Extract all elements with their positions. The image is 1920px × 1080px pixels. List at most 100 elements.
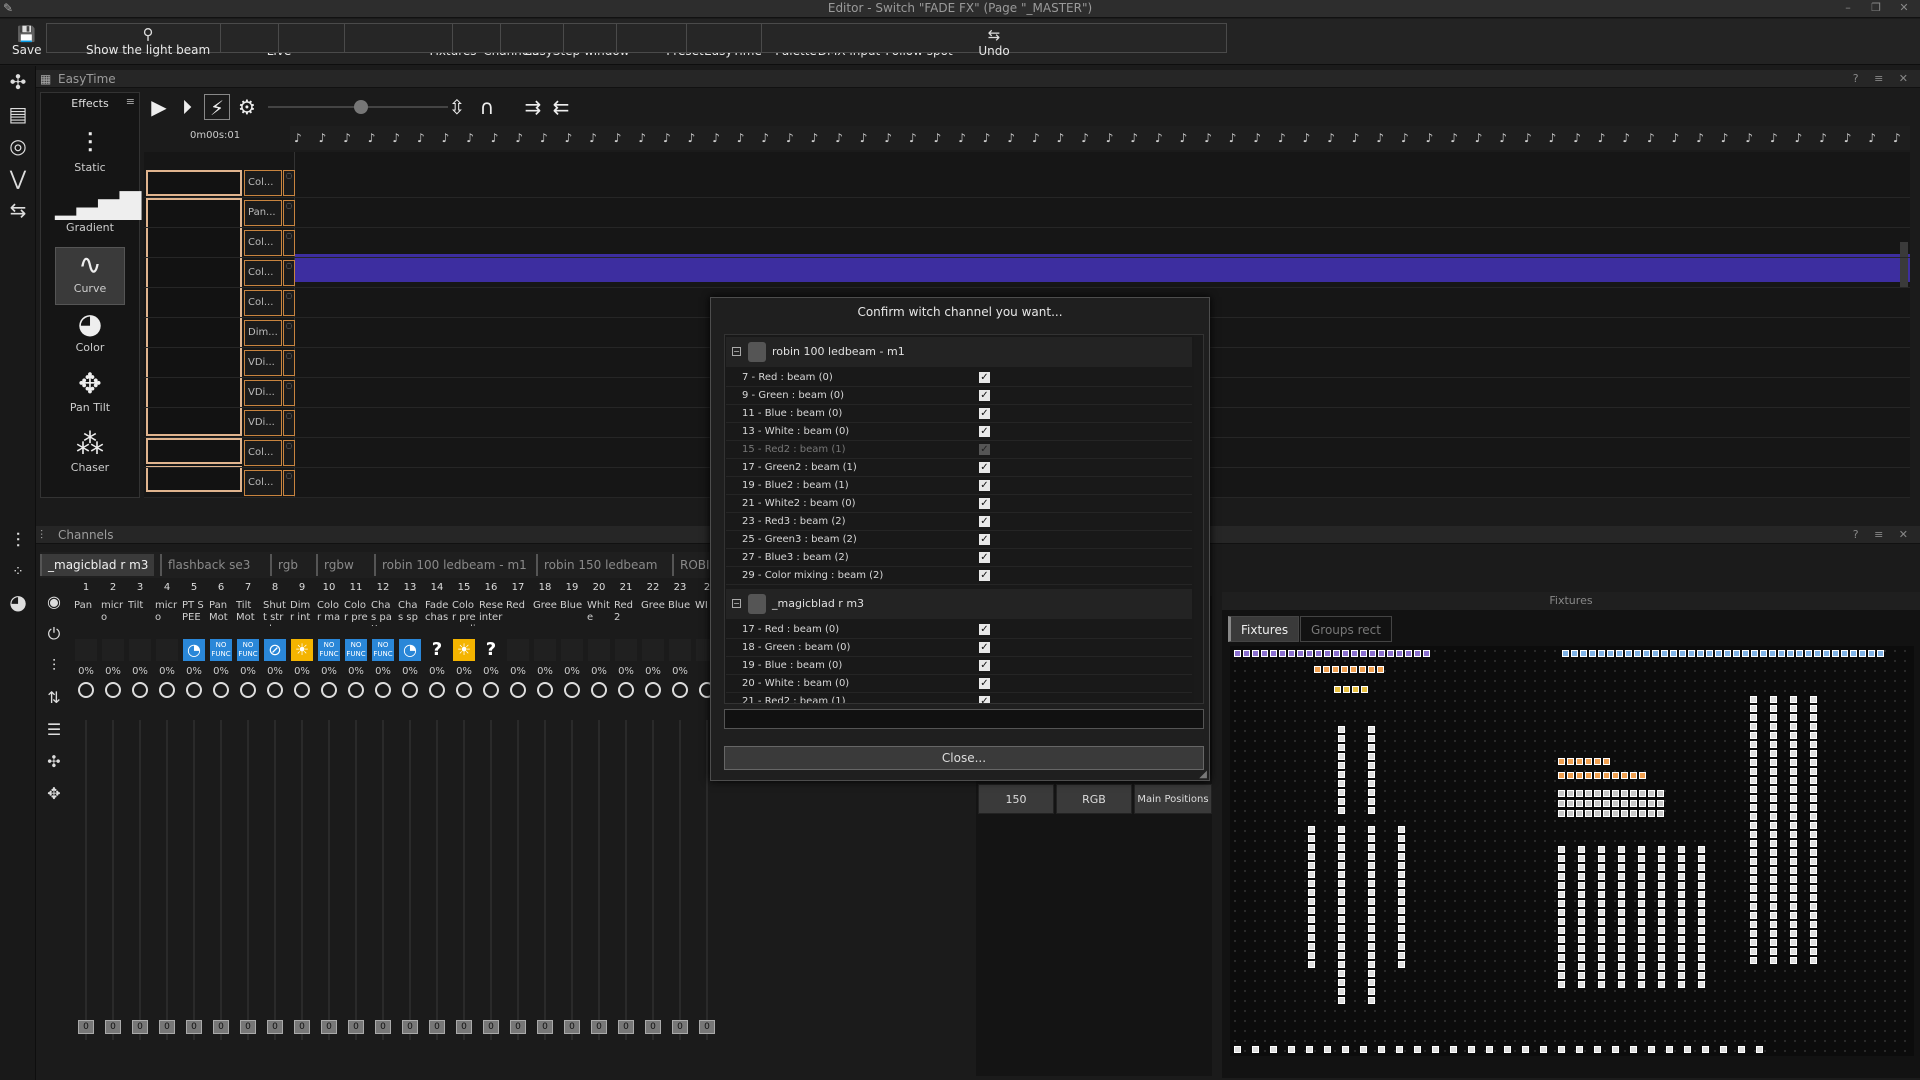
fixture-dot[interactable] <box>1810 732 1817 739</box>
timeline-marker-icon[interactable]: ♪ <box>466 130 474 146</box>
fixture-dot[interactable] <box>1338 753 1345 760</box>
fixture-dot[interactable] <box>1877 650 1884 657</box>
timeline-marker-icon[interactable]: ♪ <box>1327 130 1335 146</box>
speed-icon[interactable]: ◔ <box>183 639 205 661</box>
fixture-dot[interactable] <box>1618 963 1625 970</box>
fixture-dot[interactable] <box>1698 963 1705 970</box>
fixture-dot[interactable] <box>1338 889 1345 896</box>
fixture-dot[interactable] <box>1234 650 1241 657</box>
fixture-dot[interactable] <box>1378 650 1385 657</box>
fixture-dot[interactable] <box>1351 650 1358 657</box>
fixture-dot[interactable] <box>1790 804 1797 811</box>
easytime-side-icon[interactable]: ▤ <box>4 100 32 128</box>
fixture-dot[interactable] <box>1639 790 1646 797</box>
fixture-dot[interactable] <box>1338 835 1345 842</box>
fixture-dot[interactable] <box>1369 650 1376 657</box>
fixture-dot[interactable] <box>1368 871 1375 878</box>
fixture-dot[interactable] <box>1698 846 1705 853</box>
rgb-button[interactable]: RGB <box>1056 784 1132 814</box>
fixture-dot[interactable] <box>1338 943 1345 950</box>
save-button[interactable]: 💾 Save <box>8 23 45 61</box>
fixture-dot[interactable] <box>1398 835 1405 842</box>
fixture-dot[interactable] <box>1643 650 1650 657</box>
fixture-dot[interactable] <box>1423 650 1430 657</box>
fixture-dot[interactable] <box>1398 943 1405 950</box>
fixture-dot[interactable] <box>1338 780 1345 787</box>
fixture-dot[interactable] <box>1868 650 1875 657</box>
fixture-dot[interactable] <box>1450 1046 1457 1053</box>
resize-grip-icon[interactable]: ◢ <box>1199 769 1207 780</box>
fixture-dot[interactable] <box>1706 650 1713 657</box>
fixture-dot[interactable] <box>1810 786 1817 793</box>
main-positions-button[interactable]: Main Positions <box>1134 784 1212 814</box>
channel-checkbox[interactable]: ✓ <box>979 408 990 419</box>
effect-gradient[interactable]: ▁▃▅▇ Gradient <box>55 187 141 245</box>
fader-track[interactable] <box>220 720 222 1040</box>
fixture-dot[interactable] <box>1558 909 1565 916</box>
channel-knob[interactable] <box>645 682 661 698</box>
fixture-dot[interactable] <box>1368 979 1375 986</box>
channel-knob[interactable] <box>240 682 256 698</box>
timeline-marker-icon[interactable]: ♪ <box>368 130 376 146</box>
fixture-dot[interactable] <box>1810 822 1817 829</box>
fixture-dot[interactable] <box>1790 705 1797 712</box>
fixture-dot[interactable] <box>1585 772 1592 779</box>
fixture-dot[interactable] <box>1308 826 1315 833</box>
fader-track[interactable] <box>193 720 195 1040</box>
fixture-dot[interactable] <box>1598 650 1605 657</box>
fixture-dot[interactable] <box>1697 650 1704 657</box>
fixture-dot[interactable] <box>1338 880 1345 887</box>
fixture-dot[interactable] <box>1823 650 1830 657</box>
fixture-dot[interactable] <box>1578 873 1585 880</box>
fixture-dot[interactable] <box>1558 972 1565 979</box>
channel-knob[interactable] <box>402 682 418 698</box>
fixture-dot[interactable] <box>1810 840 1817 847</box>
timeline-marker-icon[interactable]: ♪ <box>1844 130 1852 146</box>
fixture-dot[interactable] <box>1638 954 1645 961</box>
no-function-icon[interactable]: NO FUNC <box>372 639 394 661</box>
fixture-dot[interactable] <box>1338 862 1345 869</box>
fixture-dot[interactable] <box>1368 780 1375 787</box>
fixture-dot[interactable] <box>1612 810 1619 817</box>
fixture-dot[interactable] <box>1368 744 1375 751</box>
timeline-marker-icon[interactable]: ♪ <box>1573 130 1581 146</box>
fixture-dot[interactable] <box>1342 650 1349 657</box>
fixture-dot[interactable] <box>1578 909 1585 916</box>
channels-side-icon[interactable]: ⫶ <box>4 526 32 554</box>
fixture-dot[interactable] <box>1790 822 1797 829</box>
track-label[interactable]: VDi... <box>244 350 282 376</box>
timeline-ruler[interactable]: ♪ ♪ ♪ ♪ ♪ ♪ ♪ ♪ ♪ ♪ ♪ ♪ ♪ ♪ ♪ ♪ ♪ ♪ ♪ ♪ ♪ ♪ ♪ ♪ ♪ ♪ ♪ ♪ ♪ ♪ ♪ ♪ ♪ ♪ ♪ ♪ ♪ ♪ ♪ ♪… <box>290 126 1910 150</box>
show-beam-button[interactable]: ⚲ Show the light beam <box>82 23 214 61</box>
fixture-dot[interactable] <box>1338 807 1345 814</box>
channel-list-item[interactable]: 19 - Blue2 : beam (1) ✓ <box>726 477 1192 495</box>
channel-knob[interactable] <box>618 682 634 698</box>
timeline-marker-icon[interactable]: ♪ <box>909 130 917 146</box>
fixture-dot[interactable] <box>1368 961 1375 968</box>
fixture-dot[interactable] <box>1585 758 1592 765</box>
fader-handle[interactable]: 0 <box>483 1020 499 1034</box>
fixture-dot[interactable] <box>1770 840 1777 847</box>
fixture-dot[interactable] <box>1585 790 1592 797</box>
align-icon[interactable]: ⇳ <box>444 94 470 120</box>
fixture-dot[interactable] <box>1308 907 1315 914</box>
timeline-marker-icon[interactable]: ♪ <box>1106 130 1114 146</box>
channel-checkbox[interactable]: ✓ <box>979 390 990 401</box>
fixture-dot[interactable] <box>1350 666 1357 673</box>
fixture-dot[interactable] <box>1733 650 1740 657</box>
fixture-dot[interactable] <box>1576 810 1583 817</box>
fixture-dot[interactable] <box>1558 772 1565 779</box>
fixture-dot[interactable] <box>1398 934 1405 941</box>
fixture-dot[interactable] <box>1338 898 1345 905</box>
timeline-marker-icon[interactable]: ♪ <box>1745 130 1753 146</box>
fixture-dot[interactable] <box>1323 666 1330 673</box>
timeline-marker-icon[interactable]: ♪ <box>442 130 450 146</box>
fixture-dot[interactable] <box>1638 882 1645 889</box>
fixture-dot[interactable] <box>1698 900 1705 907</box>
timeline-marker-icon[interactable]: ♪ <box>1721 130 1729 146</box>
fixture-dot[interactable] <box>1810 957 1817 964</box>
fixture-dot[interactable] <box>1750 957 1757 964</box>
timeline-marker-icon[interactable]: ♪ <box>1057 130 1065 146</box>
fixture-dot[interactable] <box>1678 882 1685 889</box>
timeline-marker-icon[interactable]: ♪ <box>1696 130 1704 146</box>
fixture-dot[interactable] <box>1618 873 1625 880</box>
